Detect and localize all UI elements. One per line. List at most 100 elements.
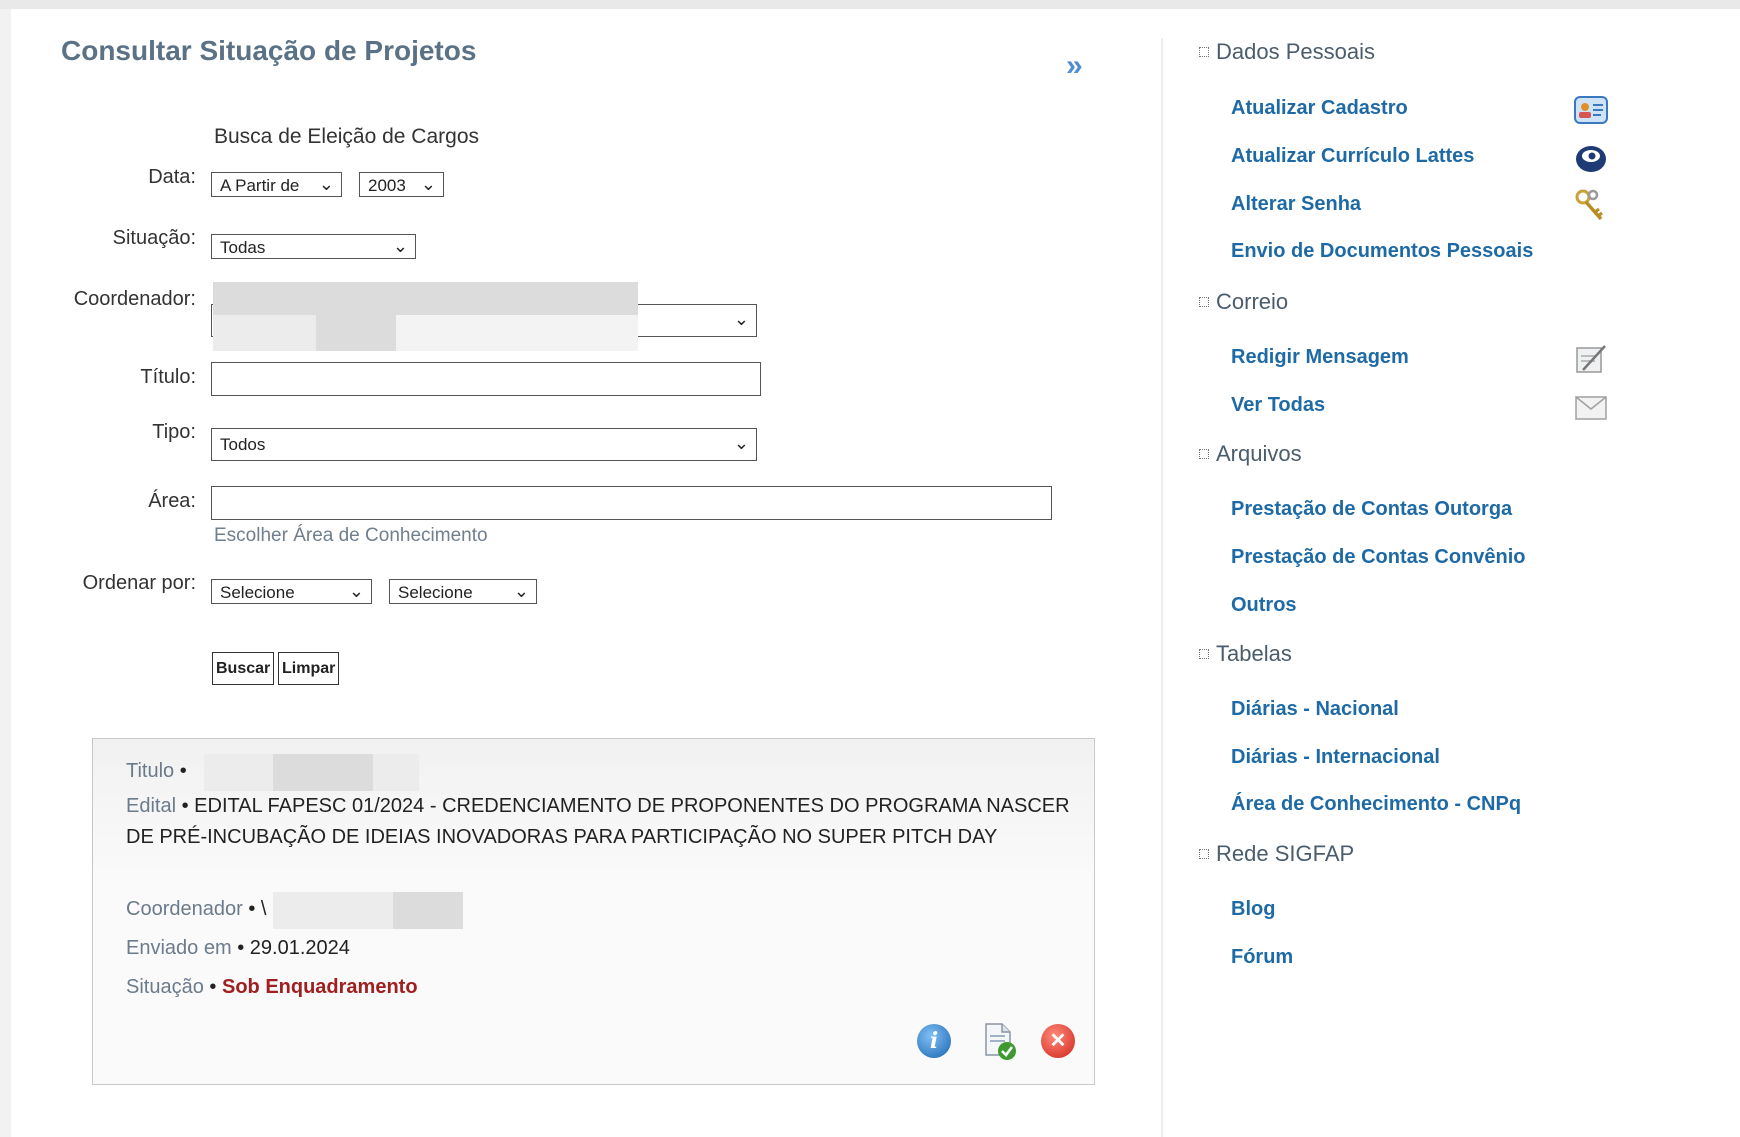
area-input[interactable] [211, 486, 1052, 520]
bullet-icon [1199, 47, 1209, 57]
area-label: Área: [148, 490, 196, 512]
redacted-block [273, 754, 373, 791]
result-enviado-line: Enviado em • 29.01.2024 [126, 933, 350, 964]
close-icon[interactable]: ✕ [1041, 1024, 1075, 1058]
left-strip [0, 9, 11, 1137]
coordenador-label: Coordenador: [73, 288, 196, 310]
ordenar-value-1: Selecione [220, 583, 295, 602]
info-icon[interactable]: i [917, 1024, 951, 1058]
data-year-select[interactable]: 2003 ⌄ [359, 172, 444, 197]
tipo-value: Todos [220, 435, 266, 454]
sidebar-item-prestacao-convenio[interactable]: Prestação de Contas Convênio [1231, 546, 1526, 569]
ordenar-label: Ordenar por: [82, 572, 196, 594]
escolher-area-link[interactable]: Escolher Área de Conhecimento [214, 525, 488, 547]
sidebar-section-dados-pessoais: Dados Pessoais [1199, 39, 1375, 65]
redacted-block [213, 282, 638, 315]
result-edital-value: EDITAL FAPESC 01/2024 - CREDENCIAMENTO D… [126, 795, 1070, 848]
result-titulo-line: Titulo • [126, 756, 187, 787]
sidebar-item-outros[interactable]: Outros [1231, 594, 1297, 617]
double-chevron-right-icon[interactable]: » [1066, 49, 1083, 83]
form-section-title: Busca de Eleição de Cargos [214, 125, 479, 148]
top-bar [0, 0, 1740, 9]
sidebar-item-atualizar-curriculo-lattes[interactable]: Atualizar Currículo Lattes [1231, 145, 1474, 168]
bullet-icon [1199, 849, 1209, 859]
separator: • [179, 760, 187, 782]
limpar-button[interactable]: Limpar [278, 652, 340, 685]
result-card: Titulo • Edital • EDITAL FAPESC 01/2024 … [92, 738, 1095, 1085]
id-card-icon[interactable] [1573, 93, 1609, 127]
sidebar-item-diarias-nacional[interactable]: Diárias - Nacional [1231, 698, 1399, 721]
tipo-label: Tipo: [152, 421, 196, 443]
titulo-label: Título: [140, 366, 196, 388]
redacted-block [393, 892, 463, 929]
sidebar-item-blog[interactable]: Blog [1231, 898, 1275, 921]
ordenar-select-1[interactable]: Selecione ⌄ [211, 579, 372, 604]
sidebar-item-prestacao-outorga[interactable]: Prestação de Contas Outorga [1231, 498, 1512, 521]
situacao-select[interactable]: Todas ⌄ [211, 234, 416, 259]
sidebar-section-tabelas: Tabelas [1199, 641, 1292, 667]
result-situacao-label: Situação [126, 976, 204, 998]
document-check-icon[interactable] [980, 1021, 1018, 1061]
lattes-icon[interactable] [1573, 141, 1609, 175]
bullet-icon [1199, 449, 1209, 459]
sidebar-section-title: Rede SIGFAP [1216, 841, 1355, 866]
page-title: Consultar Situação de Projetos [61, 35, 477, 66]
chevron-down-icon: ⌄ [348, 581, 364, 601]
result-coordenador-label: Coordenador [126, 898, 243, 920]
redacted-block [396, 315, 638, 351]
sidebar-item-diarias-internacional[interactable]: Diárias - Internacional [1231, 746, 1440, 769]
data-mode-select[interactable]: A Partir de ⌄ [211, 172, 342, 197]
main-content: Consultar Situação de Projetos » Busca d… [11, 9, 1161, 1137]
redacted-block [316, 315, 396, 351]
result-situacao-value: Sob Enquadramento [221, 976, 418, 998]
separator: • [209, 976, 217, 998]
compose-icon[interactable] [1573, 342, 1609, 376]
result-coordenador-line: Coordenador • \ [126, 894, 266, 925]
buscar-button[interactable]: Buscar [212, 652, 275, 685]
result-enviado-label: Enviado em [126, 937, 232, 959]
separator: • [181, 795, 189, 817]
sidebar-item-forum[interactable]: Fórum [1231, 946, 1293, 969]
sidebar-item-alterar-senha[interactable]: Alterar Senha [1231, 193, 1361, 216]
ordenar-value-2: Selecione [398, 583, 473, 602]
situacao-label: Situação: [112, 227, 196, 249]
keys-icon[interactable] [1573, 189, 1609, 223]
data-year-value: 2003 [368, 176, 406, 195]
separator: • [248, 898, 256, 920]
sidebar-item-ver-todas[interactable]: Ver Todas [1231, 394, 1325, 417]
tipo-select[interactable]: Todos ⌄ [211, 428, 757, 461]
chevron-down-icon: ⌄ [733, 309, 749, 329]
titulo-input[interactable] [211, 362, 761, 396]
sidebar-section-title: Dados Pessoais [1216, 39, 1375, 64]
sidebar-item-envio-documentos[interactable]: Envio de Documentos Pessoais [1231, 240, 1533, 263]
chevron-down-icon: ⌄ [513, 581, 529, 601]
sidebar-section-rede-sigfap: Rede SIGFAP [1199, 841, 1354, 867]
situacao-value: Todas [220, 238, 266, 257]
result-edital-label: Edital [126, 795, 177, 817]
result-coordenador-fragment: \ [260, 898, 267, 920]
sidebar-section-title: Correio [1216, 289, 1289, 314]
envelope-icon[interactable] [1573, 390, 1609, 424]
chevron-down-icon: ⌄ [420, 174, 436, 194]
separator: • [237, 937, 245, 959]
chevron-down-icon: ⌄ [392, 236, 408, 256]
sidebar-section-arquivos: Arquivos [1199, 441, 1302, 467]
sidebar-item-redigir-mensagem[interactable]: Redigir Mensagem [1231, 346, 1409, 369]
data-label: Data: [148, 166, 196, 188]
sidebar-section-title: Arquivos [1216, 441, 1302, 466]
chevron-down-icon: ⌄ [733, 433, 749, 453]
bullet-icon [1199, 297, 1209, 307]
sidebar-section-correio: Correio [1199, 289, 1288, 315]
chevron-down-icon: ⌄ [318, 174, 334, 194]
sidebar: Dados Pessoais Atualizar Cadastro Atuali… [1163, 9, 1740, 1137]
result-enviado-value: 29.01.2024 [249, 937, 350, 959]
sidebar-section-title: Tabelas [1216, 641, 1292, 666]
sidebar-item-area-conhecimento[interactable]: Área de Conhecimento - CNPq [1231, 793, 1521, 816]
bullet-icon [1199, 649, 1209, 659]
data-mode-value: A Partir de [220, 176, 300, 195]
result-edital-line: Edital • EDITAL FAPESC 01/2024 - CREDENC… [126, 791, 1076, 853]
result-titulo-label: Titulo [126, 760, 175, 782]
ordenar-select-2[interactable]: Selecione ⌄ [389, 579, 537, 604]
result-situacao-line: Situação • Sob Enquadramento [126, 972, 418, 1003]
sidebar-item-atualizar-cadastro[interactable]: Atualizar Cadastro [1231, 97, 1408, 120]
